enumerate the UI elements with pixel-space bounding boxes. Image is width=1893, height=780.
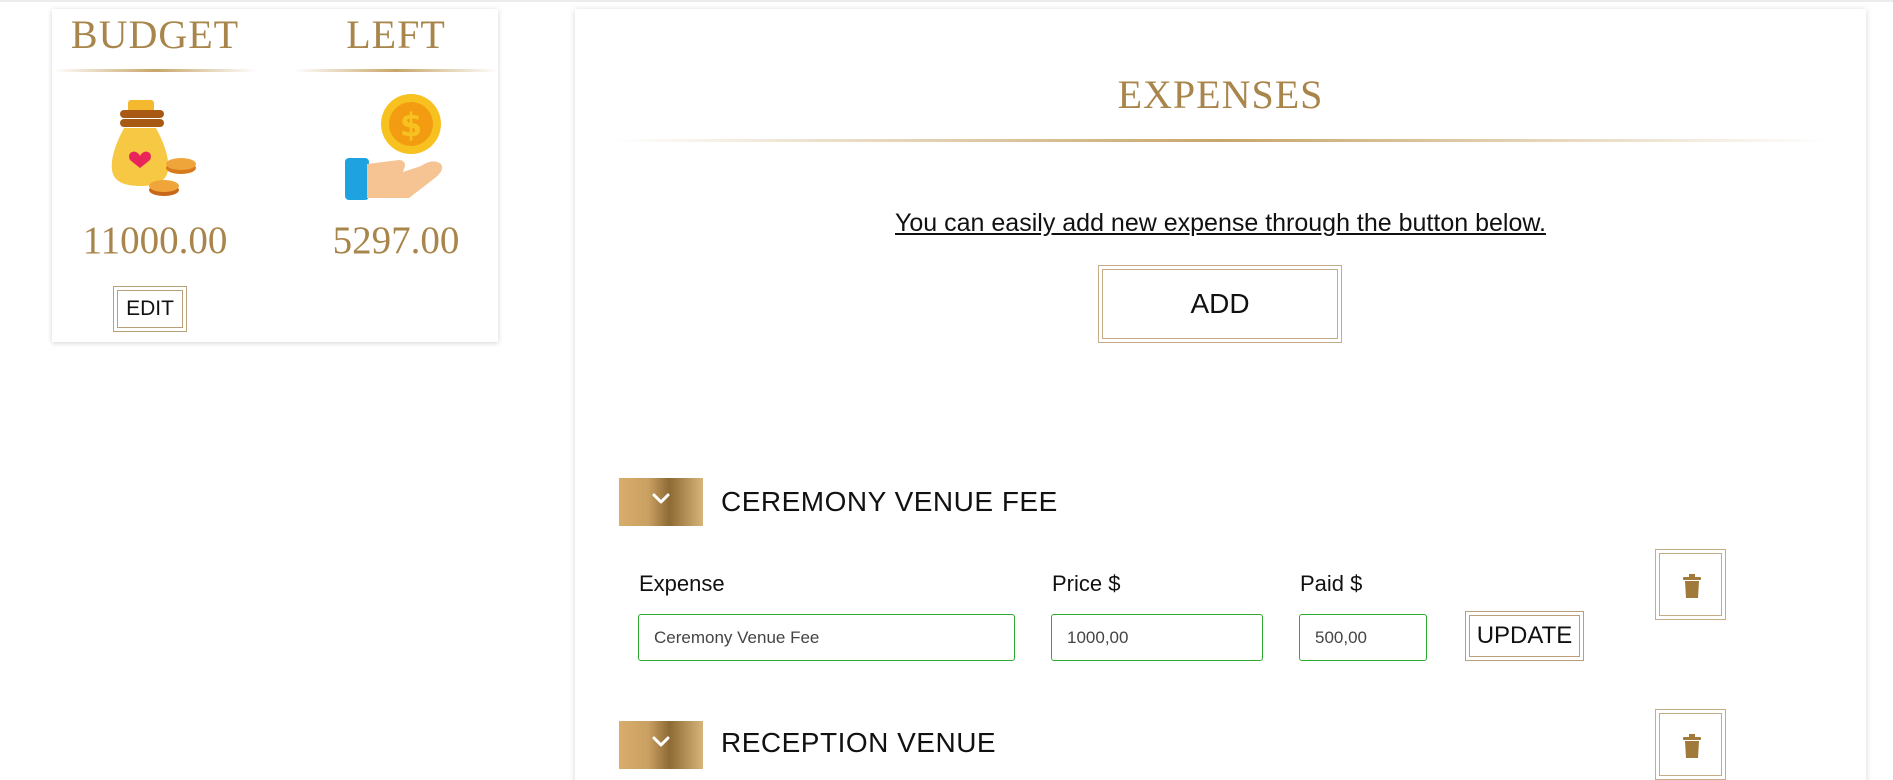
left-column: LEFT $ 5297.00 xyxy=(294,9,498,263)
budget-heading-underline xyxy=(53,69,257,72)
expense-item-title: CEREMONY VENUE FEE xyxy=(721,486,1058,517)
money-bag-icon xyxy=(100,94,210,204)
edit-button-label: EDIT xyxy=(117,290,183,328)
expense-item-title: RECEPTION VENUE xyxy=(721,727,997,758)
price-field-label: Price $ xyxy=(1052,571,1121,596)
trash-icon xyxy=(1683,574,1701,598)
update-button-label: UPDATE xyxy=(1469,615,1580,657)
price-input[interactable] xyxy=(1051,614,1263,661)
delete-expense-button[interactable] xyxy=(1655,709,1726,780)
add-button-label: ADD xyxy=(1102,269,1338,339)
top-divider xyxy=(0,0,1893,2)
chevron-down-icon xyxy=(652,736,670,747)
paid-field-label: Paid $ xyxy=(1300,571,1363,596)
expenses-panel: EXPENSES You can easily add new expense … xyxy=(575,9,1866,780)
budget-heading: BUDGET xyxy=(70,12,240,57)
expense-toggle-button[interactable] xyxy=(619,478,703,526)
left-value: 5297.00 xyxy=(332,219,460,262)
budget-value: 11000.00 xyxy=(82,219,228,262)
expense-name-input[interactable] xyxy=(638,614,1015,661)
delete-expense-button[interactable] xyxy=(1655,549,1726,620)
expense-field-label: Expense xyxy=(639,571,725,596)
add-expense-button[interactable]: ADD xyxy=(1098,265,1342,343)
left-heading-underline xyxy=(294,69,498,72)
budget-column: BUDGET 11000.00 xyxy=(53,9,257,263)
update-expense-button[interactable]: UPDATE xyxy=(1465,611,1584,661)
expenses-title-underline xyxy=(613,139,1828,142)
chevron-down-icon xyxy=(652,493,670,504)
expenses-title: EXPENSES xyxy=(1117,72,1324,117)
paid-input[interactable] xyxy=(1299,614,1427,661)
coin-hand-icon: $ xyxy=(341,94,451,204)
add-expense-hint: You can easily add new expense through t… xyxy=(895,209,1546,237)
edit-budget-button[interactable]: EDIT xyxy=(113,286,187,332)
budget-card: BUDGET 11000.00 LEFT $ 5297.00 EDIT xyxy=(52,9,498,342)
svg-text:$: $ xyxy=(400,106,422,144)
left-heading: LEFT xyxy=(346,12,446,57)
expense-toggle-button[interactable] xyxy=(619,721,703,769)
trash-icon xyxy=(1683,734,1701,758)
